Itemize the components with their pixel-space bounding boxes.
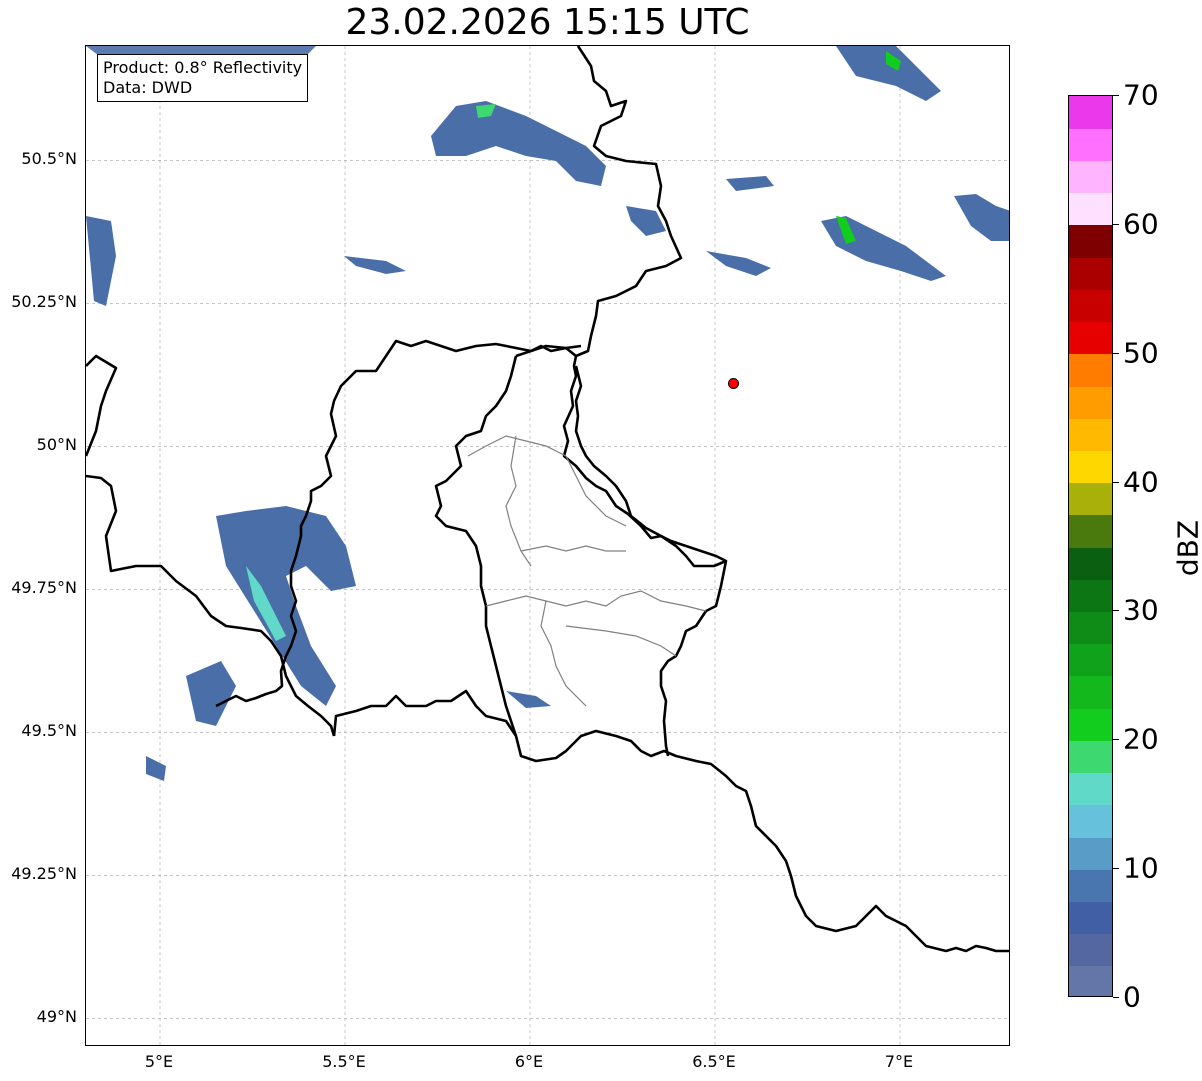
echo-cell bbox=[954, 194, 1009, 241]
border-lu-south bbox=[434, 355, 518, 737]
colorbar-tick-label: 50 bbox=[1123, 336, 1159, 370]
colorbar-segment bbox=[1069, 289, 1112, 323]
colorbar-segment bbox=[1069, 160, 1112, 194]
colorbar-tick-label: 60 bbox=[1123, 207, 1159, 241]
colorbar-segment bbox=[1069, 128, 1112, 162]
lat-tick-label: 50.5°N bbox=[21, 149, 77, 169]
lon-tick-label: 6°E bbox=[514, 1052, 544, 1071]
radar-map[interactable] bbox=[85, 45, 1010, 1046]
colorbar-tick-label: 30 bbox=[1123, 593, 1159, 627]
lon-tick-label: 6.5°E bbox=[692, 1052, 736, 1071]
colorbar-segment bbox=[1069, 901, 1112, 935]
colorbar-segment bbox=[1069, 675, 1112, 709]
region-border bbox=[565, 625, 677, 657]
colorbar-segment bbox=[1069, 869, 1112, 902]
lon-tick-label: 7°E bbox=[884, 1052, 914, 1071]
radar-echo-layer bbox=[86, 46, 1009, 781]
lon-tick-label: 5°E bbox=[144, 1052, 174, 1071]
colorbar-segment bbox=[1069, 836, 1112, 870]
echo-cell bbox=[431, 101, 606, 186]
colorbar-unit-label: dBZ bbox=[1171, 519, 1202, 577]
country-borders bbox=[86, 46, 1009, 953]
colorbar-segment bbox=[1069, 450, 1112, 484]
lat-tick-label: 50°N bbox=[36, 435, 77, 455]
region-borders bbox=[467, 435, 707, 707]
colorbar-tick bbox=[1113, 352, 1119, 354]
echo-cell bbox=[86, 216, 116, 306]
lat-tick-label: 49°N bbox=[36, 1007, 77, 1027]
region-border bbox=[520, 545, 626, 552]
lat-tick-label: 49.5°N bbox=[21, 721, 77, 741]
colorbar-tick bbox=[1113, 739, 1119, 741]
colorbar-tick-label: 10 bbox=[1123, 851, 1159, 885]
echo-cell bbox=[186, 661, 236, 726]
colorbar-tick-label: 0 bbox=[1123, 980, 1141, 1014]
echo-cell bbox=[726, 176, 774, 191]
colorbar-segment bbox=[1069, 224, 1112, 258]
region-border bbox=[467, 435, 567, 457]
colorbar bbox=[1068, 95, 1113, 997]
colorbar-tick bbox=[1113, 223, 1119, 225]
colorbar-segment bbox=[1069, 740, 1112, 774]
colorbar-segment bbox=[1069, 708, 1112, 741]
colorbar-segment bbox=[1069, 482, 1112, 516]
location-marker bbox=[728, 377, 739, 389]
colorbar-segment bbox=[1069, 804, 1112, 838]
colorbar-segment bbox=[1069, 965, 1112, 996]
colorbar-tick-label: 70 bbox=[1123, 78, 1159, 112]
info-box: Product: 0.8° Reflectivity Data: DWD bbox=[97, 54, 309, 102]
colorbar-segment bbox=[1069, 643, 1112, 677]
data-source-label: Data: DWD bbox=[103, 78, 193, 97]
border-be-west bbox=[86, 354, 118, 457]
colorbar-tick bbox=[1113, 868, 1119, 870]
region-border bbox=[505, 435, 532, 567]
colorbar-segment bbox=[1069, 579, 1112, 613]
colorbar-tick bbox=[1113, 481, 1119, 483]
echo-cell bbox=[146, 756, 166, 781]
lon-tick-label: 5.5°E bbox=[322, 1052, 366, 1071]
product-label: Product: 0.8° Reflectivity bbox=[103, 58, 303, 77]
colorbar-segment bbox=[1069, 96, 1112, 129]
colorbar-segment bbox=[1069, 385, 1112, 419]
echo-cell bbox=[344, 256, 406, 274]
colorbar-tick bbox=[1113, 95, 1119, 96]
colorbar-segment bbox=[1069, 257, 1112, 290]
border-fr-south bbox=[332, 689, 1009, 953]
echo-cell bbox=[706, 251, 771, 276]
region-border bbox=[540, 600, 587, 707]
echo-cell bbox=[506, 691, 551, 708]
colorbar-segment bbox=[1069, 418, 1112, 451]
colorbar-tick-label: 20 bbox=[1123, 722, 1159, 756]
colorbar-segment bbox=[1069, 353, 1112, 387]
lat-tick-label: 50.25°N bbox=[11, 292, 77, 312]
colorbar-segment bbox=[1069, 547, 1112, 580]
colorbar-tick bbox=[1113, 997, 1119, 998]
colorbar-tick bbox=[1113, 610, 1119, 612]
lat-tick-label: 49.75°N bbox=[11, 578, 77, 598]
colorbar-segment bbox=[1069, 321, 1112, 355]
map-title: 23.02.2026 15:15 UTC bbox=[345, 2, 750, 43]
colorbar-segment bbox=[1069, 611, 1112, 645]
lat-tick-label: 49.25°N bbox=[11, 864, 77, 884]
colorbar-segment bbox=[1069, 772, 1112, 806]
colorbar-segment bbox=[1069, 192, 1112, 226]
region-border bbox=[605, 590, 707, 612]
colorbar-segment bbox=[1069, 514, 1112, 548]
radar-map-canvas bbox=[86, 46, 1009, 1045]
colorbar-segment bbox=[1069, 933, 1112, 967]
colorbar-tick-label: 40 bbox=[1123, 465, 1159, 499]
